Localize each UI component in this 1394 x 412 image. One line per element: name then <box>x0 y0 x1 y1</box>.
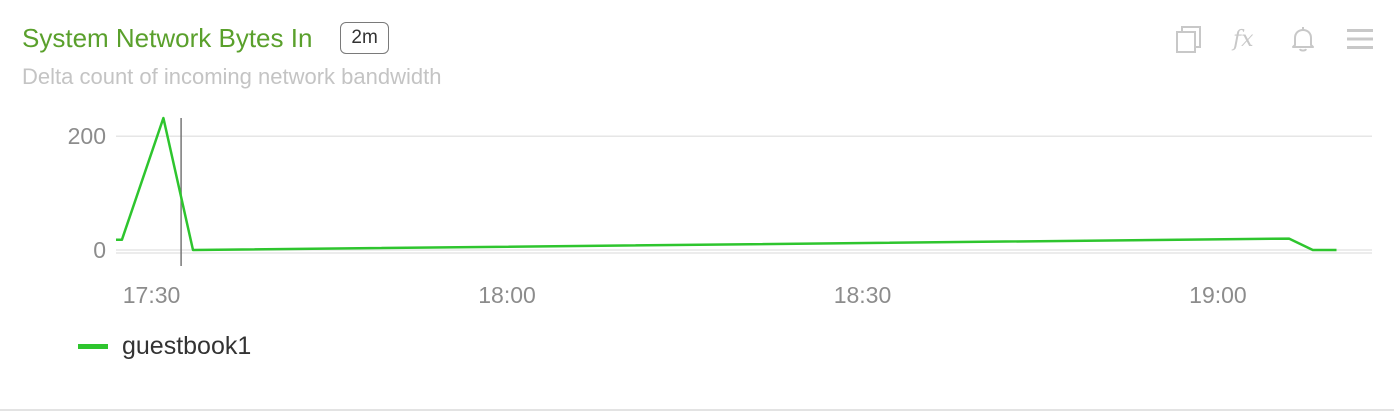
line-chart[interactable]: 0 200 17:30 18:00 18:30 19:00 <box>0 0 1394 330</box>
x-tick-label: 19:00 <box>1189 282 1247 308</box>
legend-label-guestbook1[interactable]: guestbook1 <box>122 332 251 361</box>
x-tick-label: 18:00 <box>478 282 536 308</box>
chart-panel: System Network Bytes In 2m Delta count o… <box>0 0 1394 412</box>
legend-swatch <box>78 344 108 349</box>
y-tick-label: 0 <box>93 237 106 263</box>
chart-legend: guestbook1 <box>78 332 251 361</box>
series-line-guestbook1 <box>116 116 1337 252</box>
panel-divider <box>0 409 1394 411</box>
x-tick-label: 17:30 <box>123 282 181 308</box>
x-tick-label: 18:30 <box>834 282 892 308</box>
y-tick-label: 200 <box>68 123 106 149</box>
